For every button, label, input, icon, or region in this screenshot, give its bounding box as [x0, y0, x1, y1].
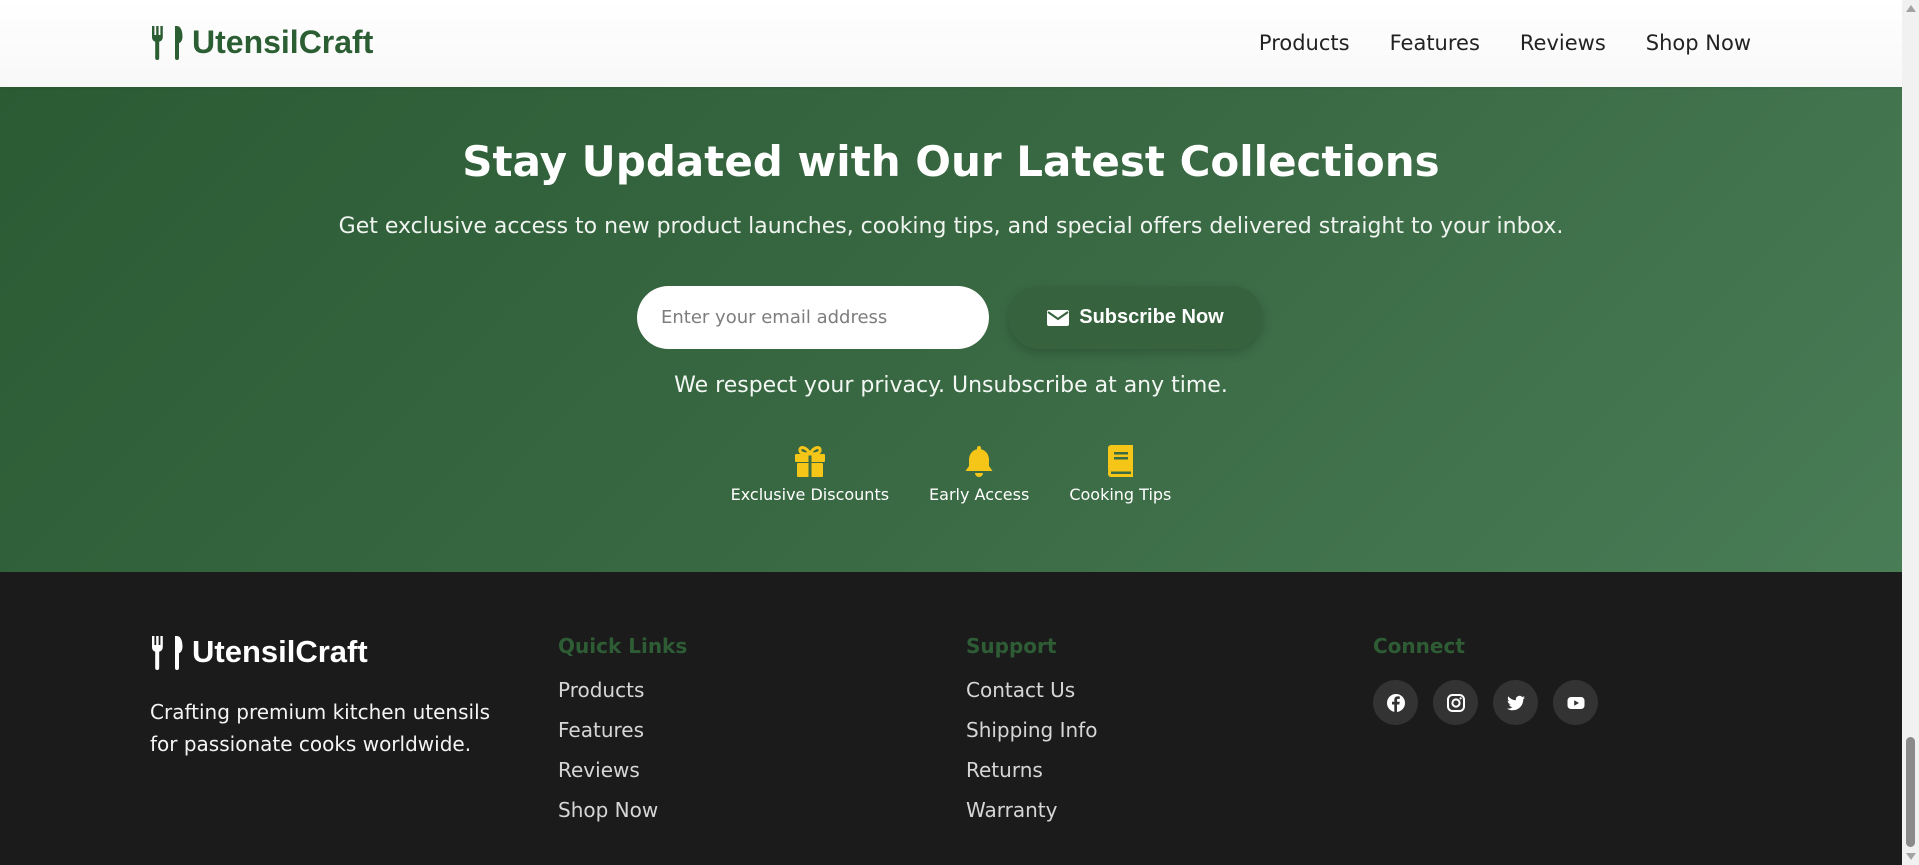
footer-brand-name: UtensilCraft: [192, 634, 368, 669]
connect-heading: Connect: [1373, 634, 1465, 658]
utensils-icon: [151, 636, 183, 670]
footer-connect: Connect: [1373, 634, 1598, 725]
scroll-down-arrow-icon[interactable]: [1906, 853, 1916, 860]
site-footer: UtensilCraft Crafting premium kitchen ut…: [0, 572, 1902, 865]
nav-link-reviews[interactable]: Reviews: [1520, 30, 1606, 56]
email-input[interactable]: [637, 286, 989, 349]
footer-support: Support Contact Us Shipping Info Returns…: [966, 634, 1097, 838]
nav-link-shop-now[interactable]: Shop Now: [1646, 30, 1751, 56]
nav-link-features[interactable]: Features: [1390, 30, 1480, 56]
perk-cooking-tips: Cooking Tips: [1069, 443, 1171, 504]
perk-early-access: Early Access: [929, 443, 1029, 504]
subscribe-label: Subscribe Now: [1079, 306, 1224, 328]
perks-list: Exclusive Discounts Early Access Cooking…: [0, 443, 1902, 504]
site-header: UtensilCraft Products Features Reviews S…: [0, 0, 1902, 87]
quick-links-heading: Quick Links: [558, 634, 688, 658]
instagram-link[interactable]: [1433, 680, 1478, 725]
newsletter-subtitle: Get exclusive access to new product laun…: [338, 214, 1564, 239]
footer-link-shipping-info[interactable]: Shipping Info: [966, 718, 1097, 742]
scroll-up-arrow-icon[interactable]: [1906, 5, 1916, 12]
privacy-note: We respect your privacy. Unsubscribe at …: [674, 373, 1228, 398]
footer-link-contact-us[interactable]: Contact Us: [966, 678, 1075, 702]
footer-link-shop-now[interactable]: Shop Now: [558, 798, 658, 822]
instagram-icon: [1446, 693, 1465, 712]
newsletter-title: Stay Updated with Our Latest Collections: [462, 137, 1440, 186]
perk-label: Exclusive Discounts: [730, 485, 890, 504]
gift-icon: [794, 446, 825, 477]
envelope-icon: [1047, 309, 1070, 326]
footer-tagline: Crafting premium kitchen utensils for pa…: [150, 700, 491, 756]
footer-brand: UtensilCraft Crafting premium kitchen ut…: [150, 634, 520, 760]
subscribe-button[interactable]: Subscribe Now: [1008, 286, 1263, 349]
footer-quick-links: Quick Links Products Features Reviews Sh…: [558, 634, 687, 838]
nav-link-products[interactable]: Products: [1259, 30, 1350, 56]
support-heading: Support: [966, 634, 1057, 658]
book-icon: [1108, 445, 1134, 477]
utensils-icon: [151, 26, 183, 60]
scroll-thumb[interactable]: [1906, 737, 1915, 847]
footer-logo: UtensilCraft: [150, 634, 520, 670]
facebook-icon: [1386, 693, 1405, 712]
facebook-link[interactable]: [1373, 680, 1418, 725]
footer-link-warranty[interactable]: Warranty: [966, 798, 1057, 822]
youtube-icon: [1567, 696, 1584, 709]
social-links: [1373, 680, 1598, 725]
page-scrollbar[interactable]: [1902, 0, 1919, 865]
footer-link-returns[interactable]: Returns: [966, 758, 1043, 782]
brand-name: UtensilCraft: [192, 23, 374, 60]
footer-link-reviews[interactable]: Reviews: [558, 758, 640, 782]
perk-label: Cooking Tips: [1069, 485, 1172, 504]
footer-link-products[interactable]: Products: [558, 678, 644, 702]
main-nav: Products Features Reviews Shop Now: [1259, 30, 1751, 56]
twitter-link[interactable]: [1493, 680, 1538, 725]
twitter-icon: [1506, 695, 1525, 710]
bell-icon: [965, 446, 993, 477]
youtube-link[interactable]: [1553, 680, 1598, 725]
perk-label: Early Access: [929, 485, 1030, 504]
perk-exclusive-discounts: Exclusive Discounts: [731, 443, 889, 504]
footer-link-features[interactable]: Features: [558, 718, 644, 742]
newsletter-section: Stay Updated with Our Latest Collections…: [0, 87, 1902, 572]
brand-logo-link[interactable]: UtensilCraft: [150, 22, 373, 62]
